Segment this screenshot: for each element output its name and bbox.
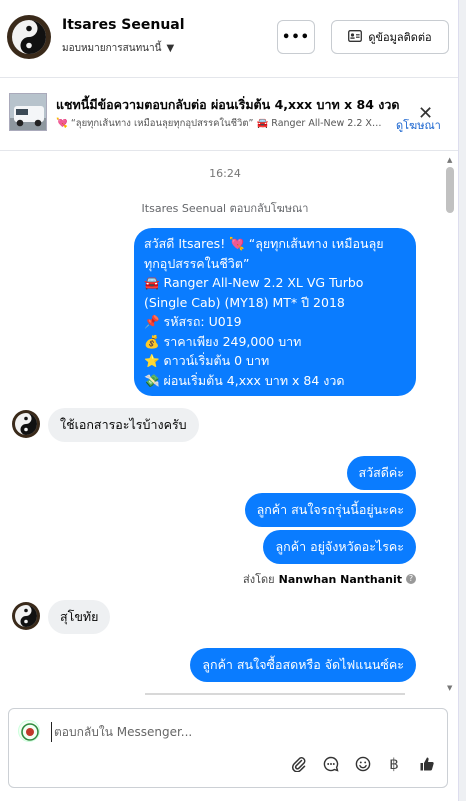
contact-avatar-small[interactable] xyxy=(12,410,40,438)
like-icon[interactable] xyxy=(416,753,438,775)
message-thread[interactable]: 16:24 Itsares Seenual ตอบกลับโฆษณา สวัสด… xyxy=(0,152,458,695)
contact-avatar[interactable] xyxy=(7,15,51,59)
emoji-icon[interactable] xyxy=(352,753,374,775)
ad-message-line: 💰 ราคาเพียง 249,000 บาท xyxy=(144,333,302,349)
ad-banner-subtitle: 💘 “ลุยทุกเส้นทาง เหมือนลุยทุกอุปสรรคในชี… xyxy=(56,118,386,129)
saved-reply-icon[interactable] xyxy=(320,753,342,775)
ad-message-line: ทุกอุปสรรคในชีวิต” xyxy=(144,255,250,271)
ad-message-line: 📌 รหัสรถ: U019 xyxy=(144,314,242,329)
ad-context-banner: แชทนี้มีข้อความตอบกลับต่อ ผ่อนเริ่มต้น 4… xyxy=(0,79,458,151)
page-avatar xyxy=(18,720,40,742)
outgoing-message-bubble[interactable]: ลูกค้า อยู่จังหวัดอะไรคะ xyxy=(263,530,416,564)
outgoing-message-bubble[interactable]: สวัสดีค่ะ xyxy=(346,456,416,490)
assign-label: มอบหมายการสนทนานี้ xyxy=(62,43,162,54)
scroll-up-arrow-icon[interactable]: ▲ xyxy=(447,156,452,164)
incoming-message-bubble[interactable]: ใช้เอกสารอะไรบ้างครับ xyxy=(48,408,199,442)
ad-reply-note: Itsares Seenual ตอบกลับโฆษณา xyxy=(141,202,309,215)
chat-scrollbar[interactable] xyxy=(444,152,458,695)
ad-banner-title: แชทนี้มีข้อความตอบกลับต่อ ผ่อนเริ่มต้น 4… xyxy=(56,97,400,112)
outgoing-message-bubble[interactable]: ลูกค้า สนใจรถรุ่นนี้อยู่นะคะ xyxy=(244,493,416,527)
ad-message-bubble[interactable]: สวัสดี Itsares! 💘 “ลุยทุกเส้นทาง เหมือนล… xyxy=(134,228,416,396)
incoming-message-bubble[interactable]: สุโขทัย xyxy=(48,600,111,634)
ad-thumbnail[interactable] xyxy=(9,93,47,131)
scrollbar-thumb[interactable] xyxy=(446,167,454,213)
more-options-button[interactable]: ••• xyxy=(277,20,315,54)
reply-input[interactable] xyxy=(51,722,431,742)
partial-attachment-edge xyxy=(145,693,405,695)
sent-by-name: Nanwhan Nanthanit xyxy=(278,572,402,586)
ad-message-line: 💸 ผ่อนเริ่มต้น 4,xxx บาท x 84 งวด xyxy=(144,372,345,388)
sent-by-note: ส่งโดย Nanwhan Nanthanit ? xyxy=(243,570,416,588)
ad-message-line: ⭐ ดาวน์เริ่มต้น 0 บาท xyxy=(144,353,270,368)
assign-conversation-dropdown[interactable]: มอบหมายการสนทนานี้ ▼ xyxy=(62,41,174,56)
sent-by-prefix: ส่งโดย xyxy=(243,573,275,586)
info-icon[interactable]: ? xyxy=(406,574,416,584)
contact-avatar-small[interactable] xyxy=(12,602,40,630)
contact-card-icon xyxy=(348,29,363,45)
outgoing-message-bubble[interactable]: ลูกค้า สนใจซื้อสดหรือ จัดไฟแนนซ์คะ xyxy=(190,648,416,682)
ad-message-line: สวัสดี Itsares! 💘 “ลุยทุกเส้นทาง เหมือนล… xyxy=(144,236,384,251)
caret-down-icon: ▼ xyxy=(166,43,175,54)
view-contact-info-button[interactable]: ดูข้อมูลติดต่อ xyxy=(331,20,449,54)
ad-message-line: 🚘 Ranger All-New 2.2 XL VG Turbo xyxy=(144,275,364,290)
scroll-down-arrow-icon[interactable]: ▼ xyxy=(447,684,452,692)
view-ad-link[interactable]: ดูโฆษณา xyxy=(396,116,441,134)
message-timestamp: 16:24 xyxy=(209,167,241,180)
conversation-header: Itsares Seenual มอบหมายการสนทนานี้ ▼ •••… xyxy=(0,0,458,78)
view-contact-info-label: ดูข้อมูลติดต่อ xyxy=(368,31,432,44)
ad-message-line: (Single Cab) (MY18) MT* ปี 2018 xyxy=(144,294,345,310)
window-edge xyxy=(458,0,466,801)
attachment-icon[interactable] xyxy=(287,753,309,775)
baht-icon[interactable]: ฿ xyxy=(383,753,405,775)
contact-name[interactable]: Itsares Seenual xyxy=(62,17,185,33)
reply-composer: ฿ xyxy=(8,708,448,788)
